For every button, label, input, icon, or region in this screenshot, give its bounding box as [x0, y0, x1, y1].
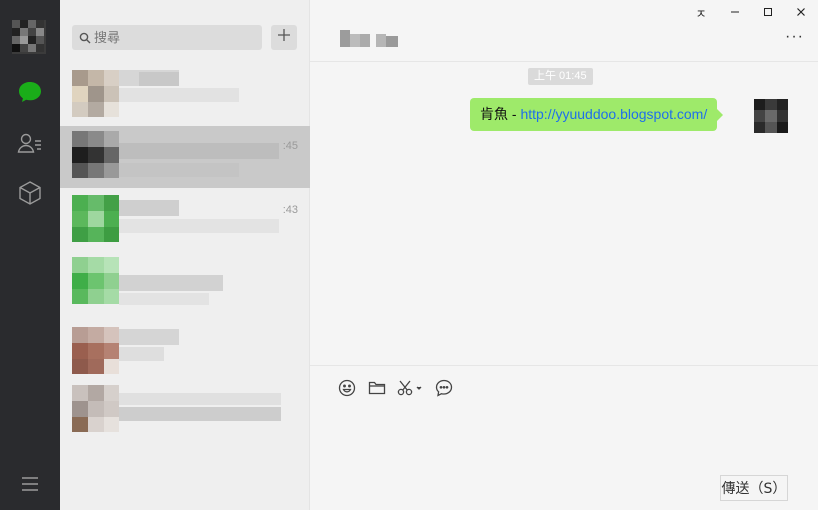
chat-header: ㅈ ···: [310, 0, 818, 62]
user-avatar[interactable]: [12, 20, 46, 54]
search-icon: [79, 31, 91, 49]
search-input[interactable]: [94, 25, 254, 50]
contact-avatar: [72, 195, 119, 242]
maximize-icon: [763, 6, 773, 20]
contact-avatar: [72, 257, 119, 304]
chats-tab[interactable]: [15, 77, 45, 107]
conversation-item[interactable]: [60, 380, 310, 442]
pin-window-button[interactable]: ㅈ: [686, 4, 716, 22]
favorites-tab[interactable]: [15, 178, 45, 208]
message-bubble[interactable]: 肯魚 - http://yyuuddoo.blogspot.com/: [470, 98, 724, 131]
conversation-preview-redacted: [119, 70, 299, 120]
conversation-item[interactable]: [60, 322, 310, 384]
pin-icon: ㅈ: [695, 6, 707, 21]
chat-bubble-icon: [17, 80, 43, 104]
message-timestamp: 上午 01:45: [528, 68, 593, 85]
menu-button[interactable]: [15, 469, 45, 499]
chat-title-redacted: [340, 30, 400, 47]
conversation-time: :45: [282, 140, 298, 152]
message-input[interactable]: [328, 408, 798, 468]
screenshot-button[interactable]: [397, 380, 423, 400]
message-sender-label: 肯魚: [480, 106, 508, 122]
conversation-item[interactable]: :43: [60, 190, 310, 252]
contact-avatar: [72, 327, 119, 374]
conversation-preview-redacted: [119, 257, 299, 307]
contact-avatar: [72, 131, 119, 178]
cube-icon: [18, 180, 42, 206]
message-composer: 傳送（S）: [310, 365, 818, 510]
conversation-time: :43: [282, 204, 298, 216]
minimize-icon: [730, 6, 740, 20]
minimize-button[interactable]: [720, 4, 750, 22]
chat-history-icon: [435, 379, 453, 402]
contact-avatar: [72, 70, 119, 117]
my-avatar[interactable]: [754, 99, 788, 133]
hamburger-menu-icon: [21, 476, 39, 492]
search-box[interactable]: [72, 25, 262, 50]
close-icon: [796, 6, 806, 20]
send-button[interactable]: 傳送（S）: [720, 475, 788, 501]
conversation-item[interactable]: :45: [60, 126, 310, 188]
navigation-rail: [0, 0, 60, 510]
close-button[interactable]: [786, 4, 816, 22]
plus-icon: [277, 28, 291, 47]
contacts-tab[interactable]: [15, 128, 45, 158]
emoji-button[interactable]: [337, 379, 357, 402]
conversation-item[interactable]: [60, 65, 310, 127]
more-options-button[interactable]: ···: [785, 29, 804, 45]
contacts-icon: [17, 132, 43, 154]
conversation-list: :45 :43: [60, 0, 310, 510]
conversation-preview-redacted: [119, 195, 299, 245]
maximize-button[interactable]: [753, 4, 783, 22]
scissors-icon: [397, 379, 423, 402]
conversation-preview-redacted: [119, 385, 299, 435]
message-link[interactable]: http://yyuuddoo.blogspot.com/: [520, 106, 707, 122]
chat-pane: ㅈ ··· 上午 01:45 肯魚 - http://yyuuddoo.blog…: [310, 0, 818, 510]
emoji-icon: [338, 379, 356, 402]
message-separator: -: [508, 106, 521, 122]
add-chat-button[interactable]: [271, 25, 297, 50]
folder-icon: [368, 380, 386, 401]
conversation-item[interactable]: [60, 252, 310, 314]
conversation-preview-redacted: [119, 131, 299, 181]
send-file-button[interactable]: [367, 380, 387, 400]
contact-avatar: [72, 385, 119, 432]
chat-history-button[interactable]: [434, 379, 454, 402]
conversation-preview-redacted: [119, 327, 299, 377]
